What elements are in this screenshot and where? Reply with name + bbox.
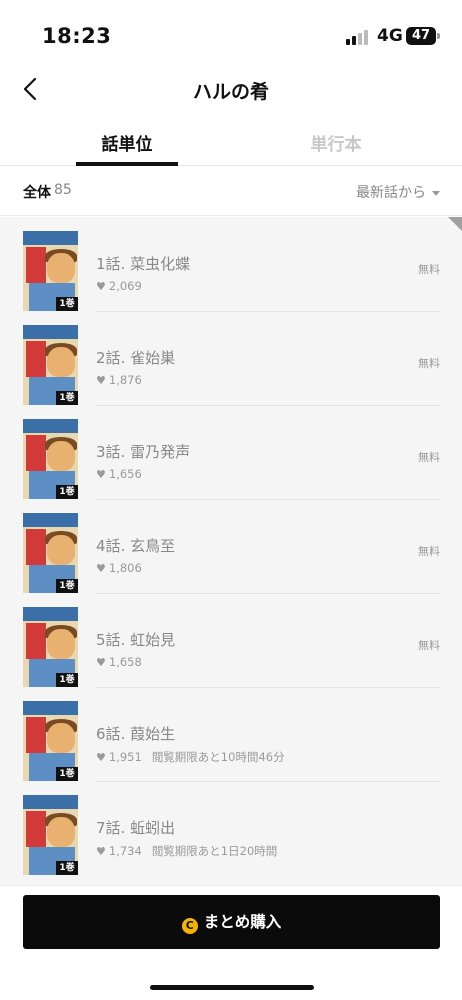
like-count: 1,806 bbox=[108, 561, 142, 575]
episode-title: 3話. 雷乃発声 bbox=[96, 443, 191, 461]
episode-row[interactable]: 1巻 5話. 虹始見 ♥ 1,658 無料 bbox=[0, 593, 462, 688]
home-indicator[interactable] bbox=[150, 985, 314, 990]
episode-thumbnail: 1巻 bbox=[23, 607, 78, 687]
volume-badge: 1巻 bbox=[56, 579, 78, 593]
episode-row[interactable]: 1巻 1話. 菜虫化蝶 ♥ 2,069 無料 bbox=[0, 217, 462, 312]
sort-label: 最新話から bbox=[356, 185, 426, 201]
tab-episodes[interactable]: 話単位 bbox=[62, 130, 192, 155]
volume-badge: 1巻 bbox=[56, 485, 78, 499]
episode-meta: ♥ 1,876 bbox=[96, 373, 142, 387]
like-count: 1,656 bbox=[108, 467, 142, 481]
episode-row[interactable]: 1巻 7話. 蚯蚓出 ♥ 1,734 閲覧期限あと1日20時間 bbox=[0, 781, 462, 875]
episode-list[interactable]: 1巻 1話. 菜虫化蝶 ♥ 2,069 無料 1巻 2話. 雀始巣 ♥ 1,876 … bbox=[0, 217, 462, 885]
like-count: 1,734 bbox=[108, 844, 142, 858]
heart-icon: ♥ bbox=[96, 751, 106, 764]
heart-icon: ♥ bbox=[96, 845, 106, 858]
filter-bar: 全体 85 最新話から bbox=[0, 166, 462, 216]
expiry-text: 閲覧期限あと10時間46分 bbox=[151, 750, 285, 764]
volume-badge: 1巻 bbox=[56, 673, 78, 687]
tab-bar: 話単位 単行本 bbox=[0, 124, 462, 166]
expiry-text: 閲覧期限あと1日20時間 bbox=[151, 844, 278, 858]
nav-bar: ハルの肴 bbox=[0, 64, 462, 120]
signal-icon bbox=[346, 29, 368, 45]
episode-meta: ♥ 2,069 bbox=[96, 279, 142, 293]
episode-row[interactable]: 1巻 2話. 雀始巣 ♥ 1,876 無料 bbox=[0, 311, 462, 406]
sort-dropdown[interactable]: 最新話から bbox=[356, 182, 440, 202]
volume-badge: 1巻 bbox=[56, 767, 78, 781]
network-type: 4G bbox=[377, 26, 403, 46]
episode-title: 1話. 菜虫化蝶 bbox=[96, 255, 191, 273]
total-count: 85 bbox=[54, 182, 72, 198]
free-badge: 無料 bbox=[418, 545, 440, 558]
episode-title: 4話. 玄鳥至 bbox=[96, 537, 176, 555]
episode-meta: ♥ 1,734 閲覧期限あと1日20時間 bbox=[96, 843, 277, 859]
episode-meta: ♥ 1,806 bbox=[96, 561, 142, 575]
episode-title: 7話. 蚯蚓出 bbox=[96, 819, 176, 837]
episode-thumbnail: 1巻 bbox=[23, 701, 78, 781]
status-bar: 18:23 4G 47 bbox=[0, 0, 462, 64]
heart-icon: ♥ bbox=[96, 280, 106, 293]
episode-meta: ♥ 1,656 bbox=[96, 467, 142, 481]
heart-icon: ♥ bbox=[96, 468, 106, 481]
episode-meta: ♥ 1,951 閲覧期限あと10時間46分 bbox=[96, 749, 285, 765]
tab-volumes[interactable]: 単行本 bbox=[271, 130, 401, 155]
episode-title: 6話. 葭始生 bbox=[96, 725, 176, 743]
page-title: ハルの肴 bbox=[192, 81, 269, 103]
caret-down-icon bbox=[432, 190, 440, 196]
coin-icon: C bbox=[181, 918, 198, 934]
volume-badge: 1巻 bbox=[56, 297, 78, 311]
like-count: 2,069 bbox=[108, 279, 142, 293]
heart-icon: ♥ bbox=[96, 374, 106, 387]
episode-title: 5話. 虹始見 bbox=[96, 631, 176, 649]
free-badge: 無料 bbox=[418, 357, 440, 370]
episode-title: 2話. 雀始巣 bbox=[96, 349, 176, 367]
like-count: 1,951 bbox=[108, 750, 142, 764]
like-count: 1,658 bbox=[108, 655, 142, 669]
battery-icon: 47 bbox=[406, 27, 440, 45]
heart-icon: ♥ bbox=[96, 562, 106, 575]
episode-row[interactable]: 1巻 4話. 玄鳥至 ♥ 1,806 無料 bbox=[0, 499, 462, 594]
episode-thumbnail: 1巻 bbox=[23, 419, 78, 499]
total-label: 全体 bbox=[23, 185, 51, 201]
bulk-purchase-label: まとめ購入 bbox=[203, 913, 282, 931]
volume-badge: 1巻 bbox=[56, 861, 78, 875]
free-badge: 無料 bbox=[418, 639, 440, 652]
free-badge: 無料 bbox=[418, 451, 440, 464]
episode-thumbnail: 1巻 bbox=[23, 231, 78, 311]
bulk-purchase-button[interactable]: C まとめ購入 bbox=[23, 895, 440, 949]
episode-meta: ♥ 1,658 bbox=[96, 655, 142, 669]
episode-row[interactable]: 1巻 6話. 葭始生 ♥ 1,951 閲覧期限あと10時間46分 bbox=[0, 687, 462, 782]
episode-thumbnail: 1巻 bbox=[23, 325, 78, 405]
like-count: 1,876 bbox=[108, 373, 142, 387]
episode-thumbnail: 1巻 bbox=[23, 513, 78, 593]
heart-icon: ♥ bbox=[96, 656, 106, 669]
episode-thumbnail: 1巻 bbox=[23, 795, 78, 875]
free-badge: 無料 bbox=[418, 263, 440, 276]
episode-row[interactable]: 1巻 3話. 雷乃発声 ♥ 1,656 無料 bbox=[0, 405, 462, 500]
volume-badge: 1巻 bbox=[56, 391, 78, 405]
bottom-bar: C まとめ購入 bbox=[0, 885, 462, 1000]
status-time: 18:23 bbox=[42, 24, 112, 48]
